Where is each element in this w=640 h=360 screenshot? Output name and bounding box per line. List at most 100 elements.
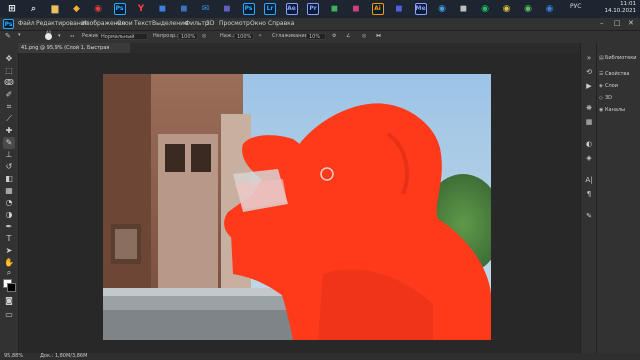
menu-view[interactable]: Просмотр (219, 20, 250, 27)
menu-3d[interactable]: 3D (206, 20, 214, 27)
play-actions-icon[interactable]: ▶ (584, 81, 594, 91)
move-tool-icon[interactable]: ✥ (3, 53, 15, 65)
after-effects-icon[interactable]: Ae (285, 3, 298, 15)
premiere-icon[interactable]: Pr (307, 3, 319, 15)
smoothing-options-icon[interactable]: ⚙ (332, 33, 336, 39)
eyedropper-tool-icon[interactable]: ⟋ (3, 113, 15, 125)
quick-select-tool-icon[interactable]: ✐ (3, 89, 15, 101)
menu-select[interactable]: Выделение (152, 20, 188, 27)
collapse-panels-icon[interactable]: » (584, 53, 594, 63)
blur-tool-icon[interactable]: ◔ (3, 197, 15, 209)
history-brush-tool-icon[interactable]: ↺ (3, 161, 15, 173)
smoothing-field[interactable]: 10% (306, 33, 326, 40)
tool-preset-chevron-icon[interactable]: ▾ (18, 32, 21, 38)
pen-tool-icon[interactable]: ✒ (3, 221, 15, 233)
brushes-icon[interactable]: ✎ (584, 211, 594, 221)
illustrator-icon[interactable]: Ai (371, 3, 384, 15)
panel-label: Слои (605, 83, 618, 89)
zoom-tool-icon[interactable]: ⌕ (3, 267, 15, 279)
angle-icon[interactable]: ∠ (346, 33, 350, 39)
eraser-tool-icon[interactable]: ◧ (3, 173, 15, 185)
app-icon[interactable]: ◼ (157, 3, 169, 15)
menu-file[interactable]: Файл (18, 20, 35, 27)
menu-window[interactable]: Окно (250, 20, 266, 27)
maximize-icon[interactable]: □ (614, 19, 621, 27)
document-size: Док.: 1,80М/3,86М (40, 353, 88, 359)
yandex-icon[interactable]: Y (135, 3, 147, 15)
airbrush-icon[interactable]: ✧ (258, 33, 262, 39)
paragraph-icon[interactable]: ¶ (584, 189, 594, 199)
panel-label: Свойства (605, 71, 630, 77)
app-icon[interactable]: ◉ (436, 3, 448, 15)
brush-tool-icon[interactable]: ✎ (3, 137, 15, 149)
app-icon[interactable]: ◼ (393, 3, 405, 15)
mode-select[interactable]: Нормальный (98, 33, 148, 40)
app-icon[interactable]: ◼ (458, 3, 470, 15)
quick-mask-icon[interactable]: ◙ (3, 295, 15, 307)
brush-settings-icon[interactable]: ⚏ (70, 33, 74, 39)
photo-with-quick-mask (103, 74, 491, 340)
menu-layers[interactable]: Слои (117, 20, 133, 27)
photoshop-icon[interactable]: Ps (242, 3, 255, 15)
app-icon[interactable]: ◼ (329, 3, 341, 15)
adjustments-icon[interactable]: ◐ (584, 139, 594, 149)
marquee-tool-icon[interactable]: ⬚ (3, 65, 15, 77)
panel-properties[interactable]: ☰ Свойства (599, 69, 640, 79)
menu-type[interactable]: Текст (134, 20, 152, 27)
zoom-level[interactable]: 95,88% (4, 353, 23, 360)
close-icon[interactable]: ✕ (628, 19, 634, 27)
app-icon[interactable]: ◉ (501, 3, 513, 15)
photoshop-taskbar-icon[interactable]: Ps (113, 3, 126, 15)
app-icon[interactable]: ◆ (71, 3, 83, 15)
styles-icon[interactable]: ◈ (584, 153, 594, 163)
chrome-icon[interactable]: ◉ (92, 3, 104, 15)
document-tab-bar: 41.png @ 95,9% (Слой 1, Быстрая маска/8)… (18, 43, 580, 61)
app-icon[interactable]: ◼ (350, 3, 362, 15)
swatches-icon[interactable]: ▦ (584, 117, 594, 127)
language-indicator[interactable]: РУС (570, 3, 581, 10)
media-encoder-icon[interactable]: Me (414, 3, 427, 15)
panel-layers[interactable]: ◈ Слои (599, 81, 640, 91)
path-select-tool-icon[interactable]: ➤ (3, 245, 15, 257)
opacity-value: 100% (181, 34, 196, 40)
type-tool-icon[interactable]: T (3, 233, 15, 245)
flow-field[interactable]: 100% (234, 33, 254, 40)
lightroom-icon[interactable]: Lr (264, 3, 276, 15)
healing-tool-icon[interactable]: ✚ (3, 125, 15, 137)
menu-help[interactable]: Справка (268, 20, 294, 27)
app-icon[interactable]: ◉ (544, 3, 556, 15)
document-tab[interactable]: 41.png @ 95,9% (Слой 1, Быстрая маска/8)… (18, 43, 130, 61)
app-icon[interactable]: ◼ (221, 3, 233, 15)
app-icon[interactable]: ◉ (522, 3, 534, 15)
clone-stamp-tool-icon[interactable]: ⊥ (3, 149, 15, 161)
panel-channels[interactable]: ◉ Каналы (599, 105, 640, 115)
start-icon[interactable]: ⊞ (6, 3, 18, 15)
color-icon[interactable]: ❋ (584, 103, 594, 113)
lasso-tool-icon[interactable]: ↂ (3, 77, 15, 89)
gradient-tool-icon[interactable]: ▦ (3, 185, 15, 197)
brush-tool-icon[interactable]: ✎ (5, 32, 11, 40)
app-icon[interactable]: ◉ (479, 3, 491, 15)
symmetry-icon[interactable]: ⧓ (376, 33, 381, 39)
pressure-opacity-icon[interactable]: ◎ (202, 33, 206, 39)
mail-icon[interactable]: ✉ (200, 3, 212, 15)
character-icon[interactable]: A| (584, 175, 594, 185)
pressure-size-icon[interactable]: ◎ (362, 33, 366, 39)
search-icon[interactable]: ⌕ (28, 3, 40, 15)
crop-tool-icon[interactable]: ⌗ (3, 101, 15, 113)
minimize-icon[interactable]: – (600, 19, 604, 27)
background-color-swatch[interactable] (7, 283, 16, 292)
dodge-tool-icon[interactable]: ◑ (3, 209, 15, 221)
brush-chevron-icon[interactable]: ▾ (58, 33, 61, 39)
document-canvas-image[interactable] (103, 74, 491, 340)
screen-mode-icon[interactable]: ▭ (3, 309, 15, 321)
system-clock[interactable]: 11:01 14.10.2021 (605, 1, 637, 15)
history-icon[interactable]: ⟲ (584, 67, 594, 77)
opacity-field[interactable]: 100% (178, 33, 198, 40)
app-icon[interactable]: ◼ (178, 3, 190, 15)
panel-3d[interactable]: ◇ 3D (599, 93, 640, 103)
panel-libraries[interactable]: ▤Библиотеки (599, 53, 640, 63)
menu-edit[interactable]: Редактирование (36, 20, 88, 27)
photoshop-logo-icon: Ps (3, 19, 14, 29)
files-icon[interactable]: ▆ (49, 3, 61, 15)
